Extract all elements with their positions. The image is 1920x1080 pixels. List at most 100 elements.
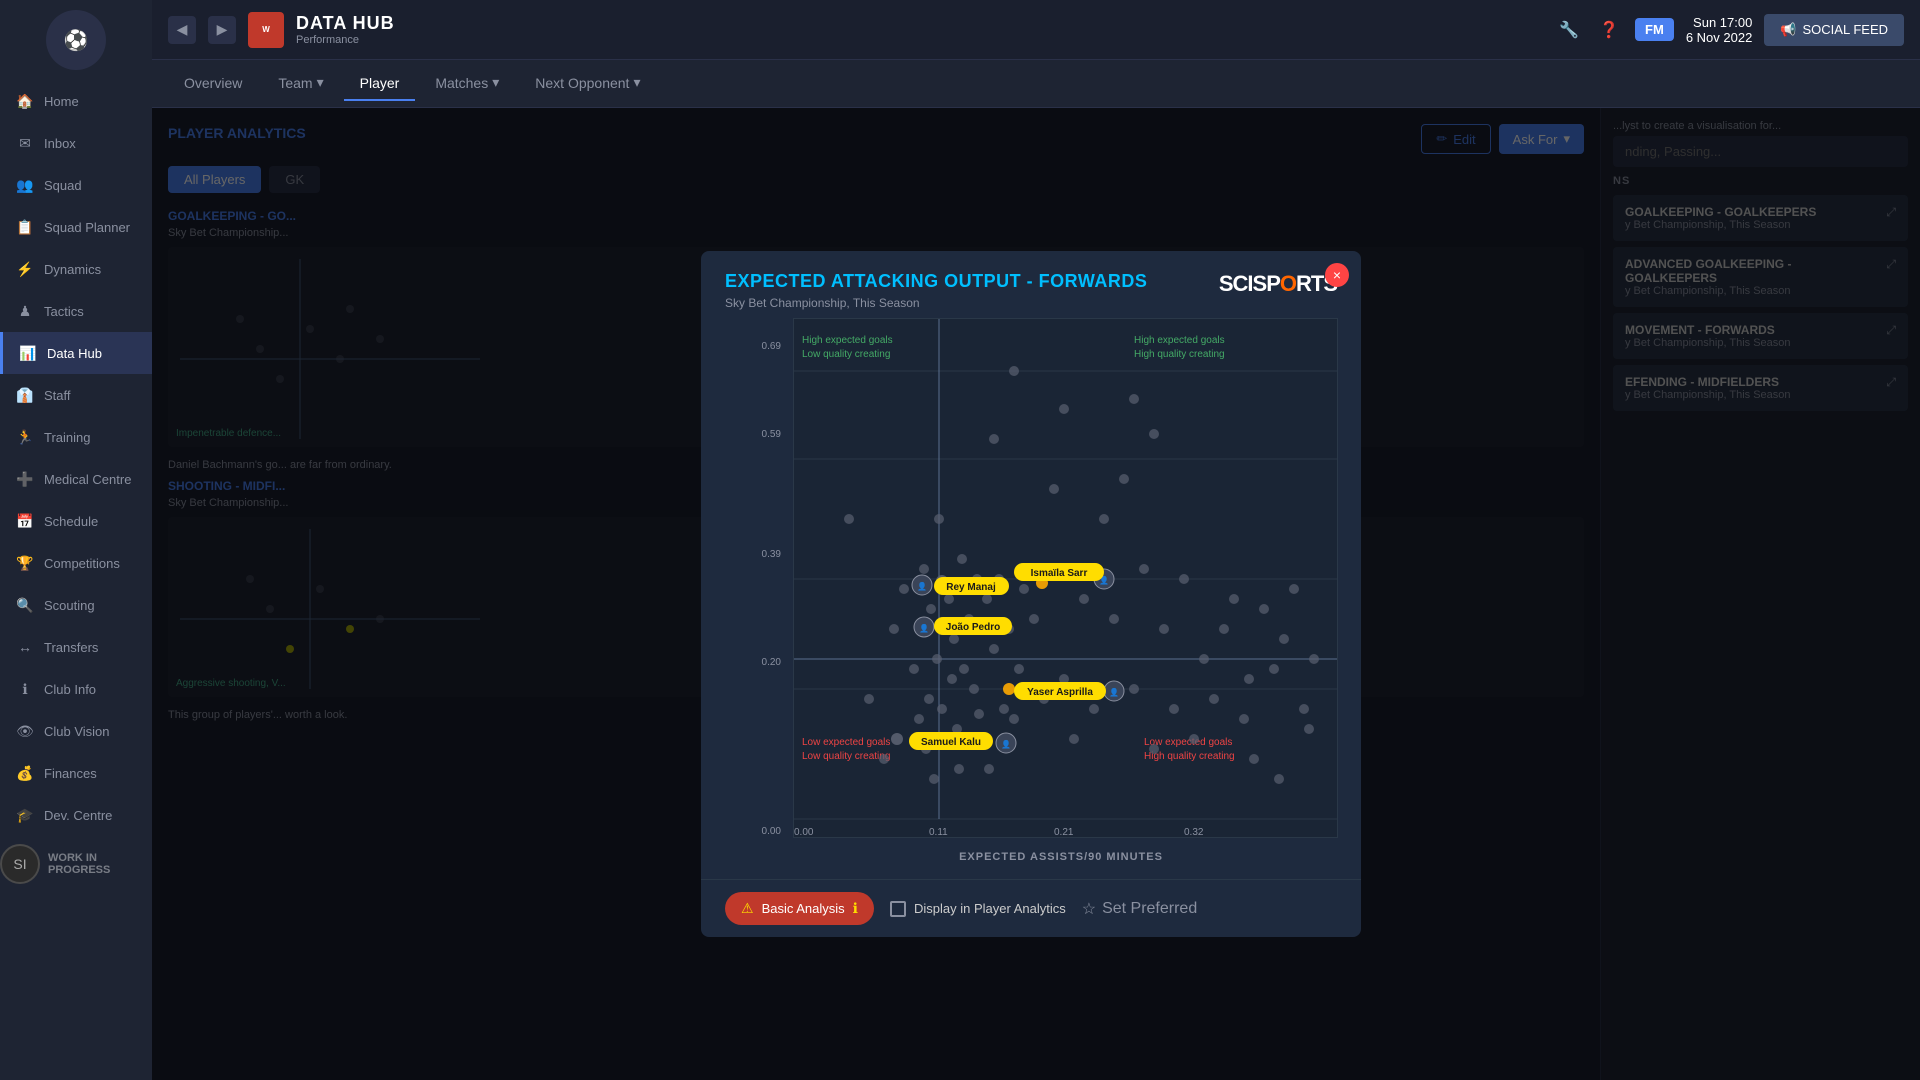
dev-centre-icon: 🎓 [16, 806, 34, 824]
sidebar-item-tactics[interactable]: ♟ Tactics [0, 290, 152, 332]
checkbox-icon [890, 901, 906, 917]
svg-text:0.11: 0.11 [929, 827, 948, 838]
scatter-modal: EXPECTED ATTACKING OUTPUT - FORWARDS Sky… [701, 251, 1361, 937]
sidebar-item-squad-planner[interactable]: 📋 Squad Planner [0, 206, 152, 248]
page-title: DATA HUB [296, 13, 395, 34]
basic-analysis-label: Basic Analysis [762, 901, 845, 916]
y-tick-000: 0.00 [762, 826, 781, 837]
sidebar-label-finances: Finances [44, 766, 97, 781]
squad-icon: 👥 [16, 176, 34, 194]
competitions-icon: 🏆 [16, 554, 34, 572]
modal-header: EXPECTED ATTACKING OUTPUT - FORWARDS Sky… [701, 251, 1361, 318]
x-axis-label: EXPECTED ASSISTS/90 MINUTES [785, 851, 1337, 863]
modal-title: EXPECTED ATTACKING OUTPUT - FORWARDS [725, 271, 1147, 292]
finances-icon: 💰 [16, 764, 34, 782]
svg-text:0.21: 0.21 [1054, 827, 1074, 838]
sidebar-item-club-vision[interactable]: 👁 Club Vision [0, 710, 152, 752]
scouting-icon: 🔍 [16, 596, 34, 614]
set-preferred-btn[interactable]: ☆ Set Preferred [1082, 899, 1198, 919]
sidebar-item-dev-centre[interactable]: 🎓 Dev. Centre [0, 794, 152, 836]
help-btn[interactable]: ❓ [1595, 16, 1623, 44]
svg-text:High quality creating: High quality creating [1134, 349, 1225, 360]
sidebar-item-squad[interactable]: 👥 Squad [0, 164, 152, 206]
inbox-icon: ✉ [16, 134, 34, 152]
sidebar-label-scouting: Scouting [44, 598, 95, 613]
svg-text:👤: 👤 [1109, 687, 1119, 697]
watermark: SI WORK INPROGRESS [0, 844, 152, 884]
sidebar-item-home[interactable]: 🏠 Home [0, 80, 152, 122]
page-subtitle: Performance [296, 34, 395, 46]
sidebar-item-training[interactable]: 🏃 Training [0, 416, 152, 458]
svg-text:High expected goals: High expected goals [802, 335, 893, 346]
scatter-svg: High expected goals Low quality creating… [793, 318, 1338, 838]
svg-text:Rey Manaj: Rey Manaj [946, 582, 996, 593]
y-tick-039: 0.39 [762, 549, 781, 560]
svg-text:Yaser Asprilla: Yaser Asprilla [1027, 687, 1093, 698]
info-icon: ℹ [853, 900, 858, 917]
sidebar-item-transfers[interactable]: ↔ Transfers [0, 626, 152, 668]
sidebar-label-squad-planner: Squad Planner [44, 220, 130, 235]
close-modal-button[interactable]: × [1325, 263, 1349, 287]
scatter-container: EXPECTED GOALS/90 MINUTES 0.69 0.59 0.39… [701, 318, 1361, 879]
topbar-right: 🔧 ❓ FM Sun 17:00 6 Nov 2022 📢 SOCIAL FEE… [1555, 14, 1904, 46]
modal-title-block: EXPECTED ATTACKING OUTPUT - FORWARDS Sky… [725, 271, 1147, 310]
social-feed-label: SOCIAL FEED [1803, 22, 1888, 37]
close-icon: × [1333, 267, 1341, 283]
sidebar-label-club-vision: Club Vision [44, 724, 110, 739]
main-area: ◀ ▶ W DATA HUB Performance 🔧 ❓ FM Sun 17… [152, 0, 1920, 1080]
sidebar-label-training: Training [44, 430, 90, 445]
tab-next-opponent[interactable]: Next Opponent ▾ [519, 66, 656, 101]
help-tactics-btn[interactable]: 🔧 [1555, 16, 1583, 44]
svg-text:Low expected goals: Low expected goals [802, 737, 890, 748]
basic-analysis-btn[interactable]: ⚠ Basic Analysis ℹ [725, 892, 874, 925]
sidebar-item-inbox[interactable]: ✉ Inbox [0, 122, 152, 164]
back-button[interactable]: ◀ [168, 16, 196, 44]
display-in-analytics-checkbox[interactable]: Display in Player Analytics [890, 901, 1066, 917]
sidebar-item-club-info[interactable]: ℹ Club Info [0, 668, 152, 710]
set-preferred-label: Set Preferred [1102, 900, 1197, 918]
warning-icon: ⚠ [741, 900, 754, 917]
sidebar-item-schedule[interactable]: 📅 Schedule [0, 500, 152, 542]
modal-overlay: This group of players' expected attackin… [152, 108, 1920, 1080]
svg-text:Low quality creating: Low quality creating [802, 751, 890, 762]
tab-matches[interactable]: Matches ▾ [419, 66, 515, 101]
training-icon: 🏃 [16, 428, 34, 446]
tab-overview[interactable]: Overview [168, 67, 258, 101]
sidebar-item-staff[interactable]: 👔 Staff [0, 374, 152, 416]
forward-button[interactable]: ▶ [208, 16, 236, 44]
sidebar-item-dynamics[interactable]: ⚡ Dynamics [0, 248, 152, 290]
tactics-icon: ♟ [16, 302, 34, 320]
sidebar-item-finances[interactable]: 💰 Finances [0, 752, 152, 794]
datetime: Sun 17:00 6 Nov 2022 [1686, 15, 1753, 45]
chevron-down-icon: ▾ [317, 74, 324, 91]
svg-text:0.00: 0.00 [794, 827, 814, 838]
sidebar-label-medical: Medical Centre [44, 472, 131, 487]
data-hub-icon: 📊 [19, 344, 37, 362]
transfers-icon: ↔ [16, 638, 34, 656]
y-tick-020: 0.20 [762, 657, 781, 668]
svg-text:👤: 👤 [919, 623, 929, 633]
svg-text:Ismaïla Sarr: Ismaïla Sarr [1031, 568, 1088, 579]
tab-player[interactable]: Player [344, 67, 416, 101]
sidebar-item-medical-centre[interactable]: ➕ Medical Centre [0, 458, 152, 500]
svg-text:Samuel Kalu: Samuel Kalu [921, 737, 981, 748]
watermark-text: WORK INPROGRESS [48, 852, 110, 876]
topbar: ◀ ▶ W DATA HUB Performance 🔧 ❓ FM Sun 17… [152, 0, 1920, 60]
star-icon: ☆ [1082, 899, 1096, 919]
sidebar-logo: ⚽ [46, 10, 106, 70]
sidebar-label-competitions: Competitions [44, 556, 120, 571]
sidebar-label-transfers: Transfers [44, 640, 98, 655]
modal-subtitle: Sky Bet Championship, This Season [725, 296, 1147, 310]
svg-text:High quality creating: High quality creating [1144, 751, 1235, 762]
dynamics-icon: ⚡ [16, 260, 34, 278]
sidebar-label-home: Home [44, 94, 79, 109]
tab-team[interactable]: Team ▾ [262, 66, 339, 101]
sidebar-item-data-hub[interactable]: 📊 Data Hub [0, 332, 152, 374]
sidebar-label-tactics: Tactics [44, 304, 84, 319]
medical-icon: ➕ [16, 470, 34, 488]
sidebar-item-competitions[interactable]: 🏆 Competitions [0, 542, 152, 584]
social-feed-btn[interactable]: 📢 SOCIAL FEED [1764, 14, 1904, 46]
svg-text:0.32: 0.32 [1184, 827, 1204, 838]
sidebar-item-scouting[interactable]: 🔍 Scouting [0, 584, 152, 626]
navtabs: Overview Team ▾ Player Matches ▾ Next Op… [152, 60, 1920, 108]
